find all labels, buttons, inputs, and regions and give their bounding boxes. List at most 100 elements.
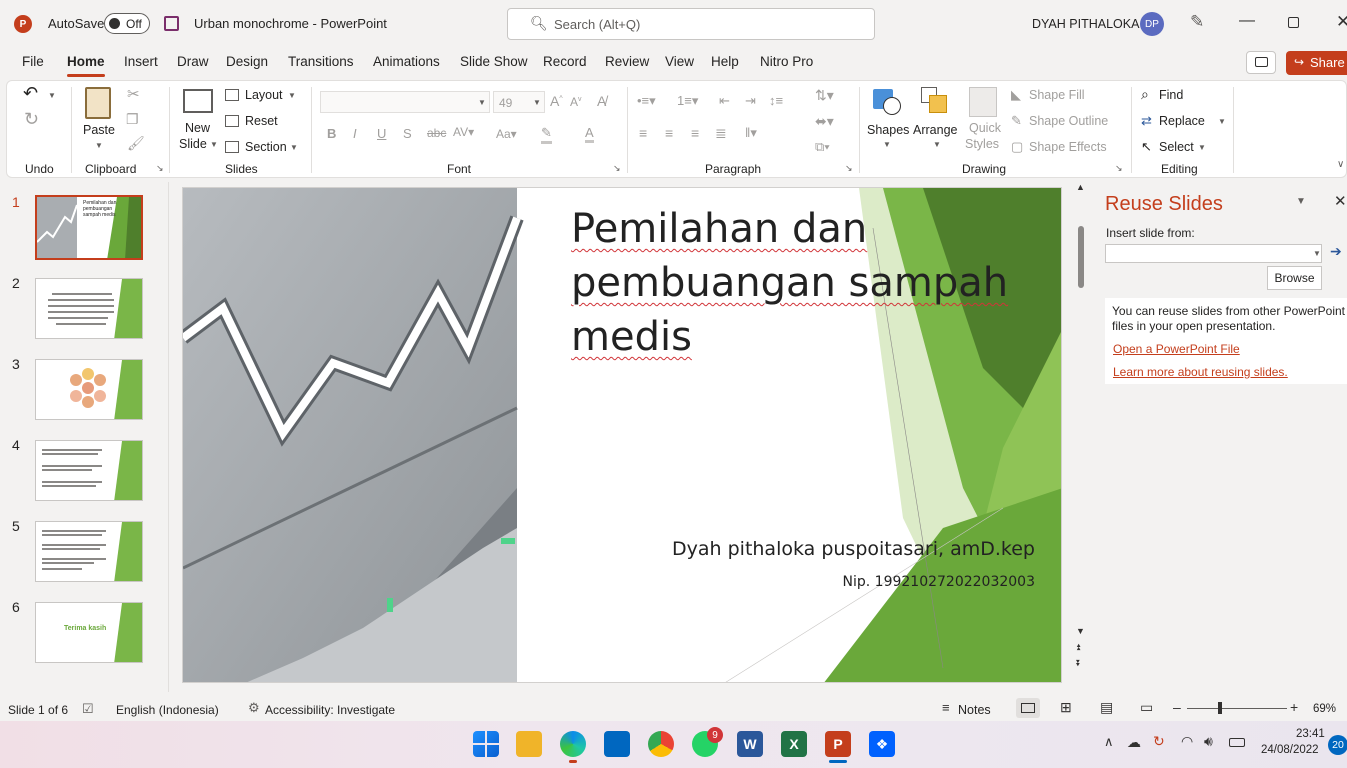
bullets-icon[interactable]: •≡▾ — [637, 93, 656, 109]
clock-time[interactable]: 23:41 — [1296, 728, 1325, 740]
minimize-icon[interactable]: — — [1239, 12, 1255, 30]
zoom-slider-thumb[interactable] — [1218, 702, 1222, 714]
slide-author[interactable]: Dyah pithaloka puspoitasari, amD.kep — [623, 538, 1035, 560]
justify-icon[interactable]: ≣ — [715, 125, 727, 142]
slide-thumbnail-3[interactable] — [35, 359, 143, 420]
tab-draw[interactable]: Draw — [177, 54, 209, 69]
go-arrow-icon[interactable]: ➔ — [1330, 243, 1342, 260]
search-box[interactable]: 🔍︎ Search (Alt+Q) — [507, 8, 875, 40]
scroll-up-icon[interactable]: ▲ — [1076, 182, 1085, 192]
save-icon[interactable] — [164, 16, 179, 31]
bold-icon[interactable]: B — [327, 126, 336, 141]
select-button[interactable]: ↖ Select ▼ — [1141, 139, 1211, 157]
dropbox-icon[interactable]: ❖ — [869, 731, 895, 757]
pane-options-icon[interactable]: ▼ — [1296, 196, 1306, 207]
onedrive-icon[interactable]: ☁ — [1127, 734, 1141, 751]
grow-font-icon[interactable]: A^ — [550, 93, 563, 109]
reading-view-icon[interactable]: ▤ — [1100, 699, 1113, 716]
slide-sorter-icon[interactable]: ⊞ — [1060, 699, 1072, 716]
font-color-icon[interactable]: A — [585, 125, 594, 143]
share-button[interactable]: ↪ Share — [1286, 51, 1347, 75]
start-icon[interactable] — [473, 731, 499, 757]
powerpoint-taskbar-icon[interactable]: P — [825, 731, 851, 757]
paste-button[interactable]: Paste ▼ — [81, 85, 117, 151]
battery-icon[interactable] — [1229, 738, 1245, 747]
increase-indent-icon[interactable]: ⇥ — [745, 93, 756, 109]
columns-icon[interactable]: ‖▾ — [745, 125, 757, 141]
slide-thumbnail-2[interactable] — [35, 278, 143, 339]
slide-scrollbar[interactable]: ▲ ▼ ⏫︎ ⏬︎ — [1074, 182, 1088, 672]
align-text-icon[interactable]: ⬌▾ — [815, 113, 834, 130]
clipboard-launcher-icon[interactable]: ↘ — [156, 163, 164, 174]
slide-thumbnail-1[interactable]: Pemilahan dan pembuangan sampah medis — [35, 195, 143, 260]
comments-button[interactable] — [1246, 51, 1276, 74]
notification-badge[interactable]: 20 — [1328, 735, 1347, 755]
word-icon[interactable]: W — [737, 731, 763, 757]
line-spacing-icon[interactable]: ↕≡ — [769, 93, 783, 108]
pane-divider[interactable] — [168, 182, 169, 692]
volume-icon[interactable]: 🔊︎ — [1204, 733, 1213, 750]
cut-icon[interactable]: ✂ — [127, 85, 140, 103]
strikethrough-icon[interactable]: abc — [427, 126, 446, 140]
copy-icon[interactable]: ❐ — [126, 111, 139, 128]
clock-date[interactable]: 24/08/2022 — [1261, 744, 1319, 756]
decrease-indent-icon[interactable]: ⇤ — [719, 93, 730, 109]
drawing-launcher-icon[interactable]: ↘ — [1115, 163, 1123, 174]
change-case-icon[interactable]: Aa▾ — [496, 127, 517, 141]
close-pane-icon[interactable]: ✕ — [1334, 192, 1347, 210]
shadow-icon[interactable]: S — [403, 126, 412, 141]
slide-title[interactable]: Pemilahan dan pembuangan sampah medis — [571, 202, 1011, 364]
notes-icon[interactable]: ≡ — [942, 700, 950, 715]
accessibility-icon[interactable]: ⚙ — [248, 700, 260, 716]
insert-from-dropdown-icon[interactable]: ▼ — [1313, 249, 1321, 258]
accessibility-status[interactable]: Accessibility: Investigate — [265, 703, 395, 717]
shrink-font-icon[interactable]: Av — [570, 95, 582, 109]
scroll-thumb[interactable] — [1078, 226, 1084, 288]
shape-effects-button[interactable]: ▢ Shape Effects — [1011, 139, 1121, 157]
undo-dropdown-icon[interactable]: ▼ — [48, 91, 56, 100]
edge-browser-icon[interactable] — [560, 731, 586, 757]
text-direction-icon[interactable]: ⇅▾ — [815, 87, 834, 104]
section-button[interactable]: Section ▼ — [225, 139, 298, 157]
numbering-icon[interactable]: 1≡▾ — [677, 93, 698, 109]
collapse-ribbon-icon[interactable]: ∨ — [1337, 159, 1344, 170]
tab-file[interactable]: File — [22, 54, 44, 69]
tab-view[interactable]: View — [665, 54, 694, 69]
find-button[interactable]: ⌕ Find — [1141, 86, 1201, 105]
reset-button[interactable]: Reset — [225, 113, 285, 131]
shape-outline-button[interactable]: ✎ Shape Outline — [1011, 113, 1121, 131]
insert-from-input[interactable]: ▼ — [1105, 244, 1322, 263]
autosave-toggle[interactable]: Off — [104, 13, 150, 34]
font-size-box[interactable]: 49 ▼ — [493, 91, 545, 113]
wifi-icon[interactable]: ◠ — [1181, 733, 1193, 750]
maximize-icon[interactable] — [1288, 17, 1299, 28]
tab-record[interactable]: Record — [543, 54, 587, 69]
avatar[interactable]: DP — [1140, 12, 1164, 36]
slide-thumbnail-5[interactable] — [35, 521, 143, 582]
replace-button[interactable]: ⇄ Replace ▼ — [1141, 113, 1231, 131]
italic-icon[interactable]: I — [353, 126, 357, 141]
chrome-icon[interactable] — [648, 731, 674, 757]
slideshow-icon[interactable]: ▭ — [1140, 699, 1153, 716]
new-slide-button[interactable]: New Slide ▼ — [177, 85, 221, 153]
layout-button[interactable]: Layout ▼ — [225, 87, 296, 105]
character-spacing-icon[interactable]: AV▾ — [453, 125, 474, 139]
open-file-link[interactable]: Open a PowerPoint File — [1113, 342, 1240, 356]
tab-review[interactable]: Review — [605, 54, 649, 69]
paragraph-launcher-icon[interactable]: ↘ — [845, 163, 853, 174]
zoom-level[interactable]: 69% — [1313, 703, 1336, 715]
designer-pen-icon[interactable]: ✎ — [1190, 12, 1204, 32]
font-name-box[interactable]: ▼ — [320, 91, 490, 113]
scroll-down-icon[interactable]: ▼ — [1076, 626, 1085, 636]
format-painter-icon[interactable]: 🖌︎ — [127, 135, 145, 152]
tab-nitro-pro[interactable]: Nitro Pro — [760, 54, 813, 69]
arrange-button[interactable]: Arrange ▼ — [911, 85, 961, 153]
align-left-icon[interactable]: ≡ — [639, 125, 647, 141]
microsoft-store-icon[interactable] — [604, 731, 630, 757]
spelling-icon[interactable]: ☑ — [82, 701, 94, 717]
smartart-icon[interactable]: ⧉▾ — [815, 139, 830, 155]
highlight-icon[interactable]: ✎ — [541, 125, 552, 144]
shape-fill-button[interactable]: ◣ Shape Fill — [1011, 87, 1121, 105]
align-right-icon[interactable]: ≡ — [691, 125, 699, 141]
close-window-icon[interactable]: ✕ — [1336, 12, 1347, 32]
